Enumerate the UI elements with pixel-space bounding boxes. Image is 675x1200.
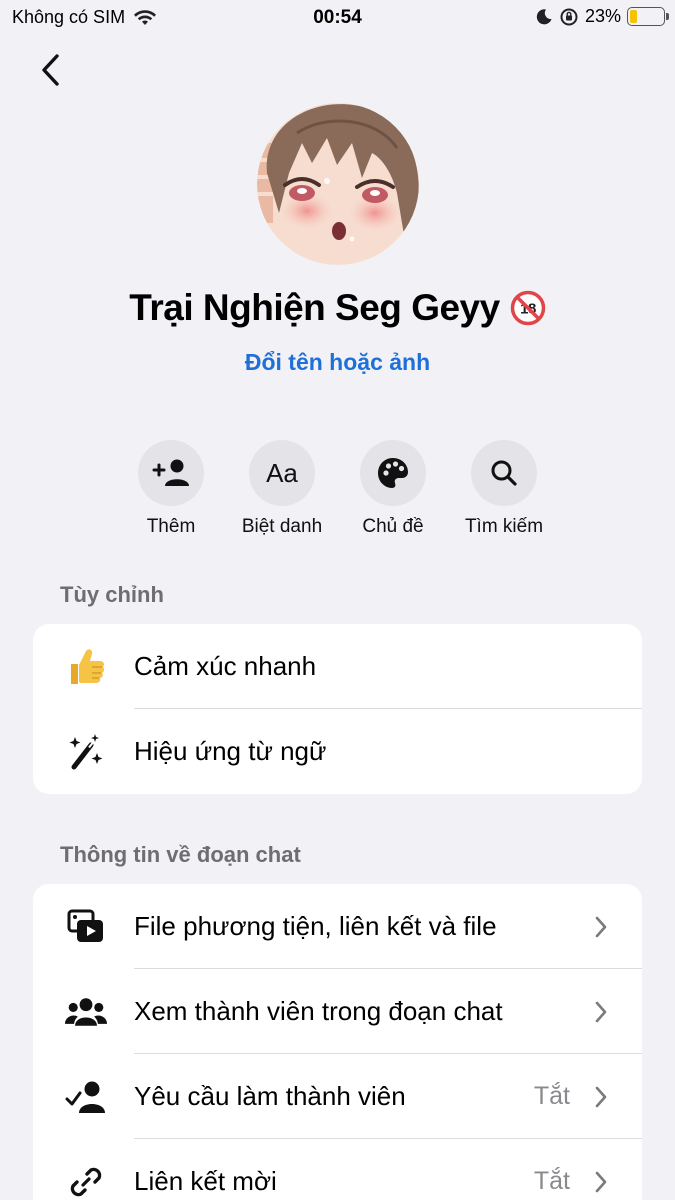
member-requests-value: Tắt <box>533 1082 570 1110</box>
nickname-aa-icon: Aa <box>266 458 298 488</box>
media-files-icon <box>65 906 107 948</box>
thumbs-up-icon <box>65 646 107 688</box>
search-button[interactable] <box>471 440 537 506</box>
row-label: File phương tiện, liên kết và file <box>134 911 497 941</box>
group-name: Trại Nghiện Seg Geyy 18 <box>0 287 675 329</box>
add-member-action[interactable]: Thêm <box>111 440 231 538</box>
moon-icon <box>536 8 552 24</box>
chevron-right-icon <box>595 1086 607 1108</box>
quick-reaction-row[interactable]: Cảm xúc nhanh <box>33 624 642 709</box>
theme-action[interactable]: Chủ đề <box>333 440 453 538</box>
add-member-button[interactable] <box>138 440 204 506</box>
group-avatar[interactable] <box>257 103 419 265</box>
member-requests-row[interactable]: Yêu cầu làm thành viên Tắt <box>33 1054 642 1139</box>
battery-fill <box>630 10 638 23</box>
theme-button[interactable] <box>360 440 426 506</box>
row-label: Yêu cầu làm thành viên <box>134 1081 406 1111</box>
status-right: 23% <box>535 6 669 27</box>
group-name-text: Trại Nghiện Seg Geyy <box>129 287 500 328</box>
group-chat-settings-screen: Không có SIM 00:54 23% Trại Nghiện Seg G… <box>0 0 675 1200</box>
battery-icon <box>627 7 669 26</box>
invite-link-value: Tắt <box>533 1167 570 1195</box>
action-label: Tìm kiếm <box>464 516 544 537</box>
row-label: Xem thành viên trong đoạn chat <box>134 996 503 1026</box>
action-label: Biệt danh <box>241 516 323 537</box>
svg-text:Aa: Aa <box>266 458 298 488</box>
magic-wand-icon <box>65 731 107 773</box>
chevron-right-icon <box>595 916 607 938</box>
search-action[interactable]: Tìm kiếm <box>444 440 564 538</box>
member-request-icon <box>65 1076 107 1118</box>
search-icon <box>491 460 517 486</box>
status-bar: Không có SIM 00:54 23% <box>0 0 675 36</box>
nickname-button[interactable]: Aa <box>249 440 315 506</box>
chevron-right-icon <box>595 1171 607 1193</box>
view-members-row[interactable]: Xem thành viên trong đoạn chat <box>33 969 642 1054</box>
chat-info-section-title: Thông tin về đoạn chat <box>60 842 301 867</box>
chevron-left-icon <box>42 54 59 86</box>
battery-percent: 23% <box>584 6 621 26</box>
invite-link-row[interactable]: Liên kết mời Tắt <box>33 1139 642 1200</box>
rename-or-photo-link[interactable]: Đổi tên hoặc ảnh <box>0 349 675 376</box>
media-links-files-row[interactable]: File phương tiện, liên kết và file <box>33 884 642 969</box>
customize-card: Cảm xúc nhanh Hiệu ứng từ ngữ <box>33 624 642 794</box>
customize-section-title: Tùy chỉnh <box>60 582 164 607</box>
orientation-lock-icon <box>560 8 578 25</box>
word-effects-row[interactable]: Hiệu ứng từ ngữ <box>33 709 642 794</box>
chevron-right-icon <box>595 1001 607 1023</box>
action-label: Thêm <box>146 516 196 537</box>
link-icon <box>65 1161 107 1200</box>
row-label: Cảm xúc nhanh <box>134 651 317 681</box>
members-icon <box>65 991 107 1033</box>
avatar-illustration <box>257 103 419 265</box>
add-person-icon <box>152 459 189 486</box>
action-label: Chủ đề <box>362 516 424 537</box>
no-under-18-icon: 18 <box>510 290 545 326</box>
chat-info-card: File phương tiện, liên kết và file Xem t… <box>33 884 642 1200</box>
row-label: Hiệu ứng từ ngữ <box>134 736 327 766</box>
row-label: Liên kết mời <box>134 1166 277 1196</box>
palette-icon <box>378 458 408 488</box>
back-button[interactable] <box>30 48 70 92</box>
nickname-action[interactable]: Aa Biệt danh <box>222 440 342 538</box>
